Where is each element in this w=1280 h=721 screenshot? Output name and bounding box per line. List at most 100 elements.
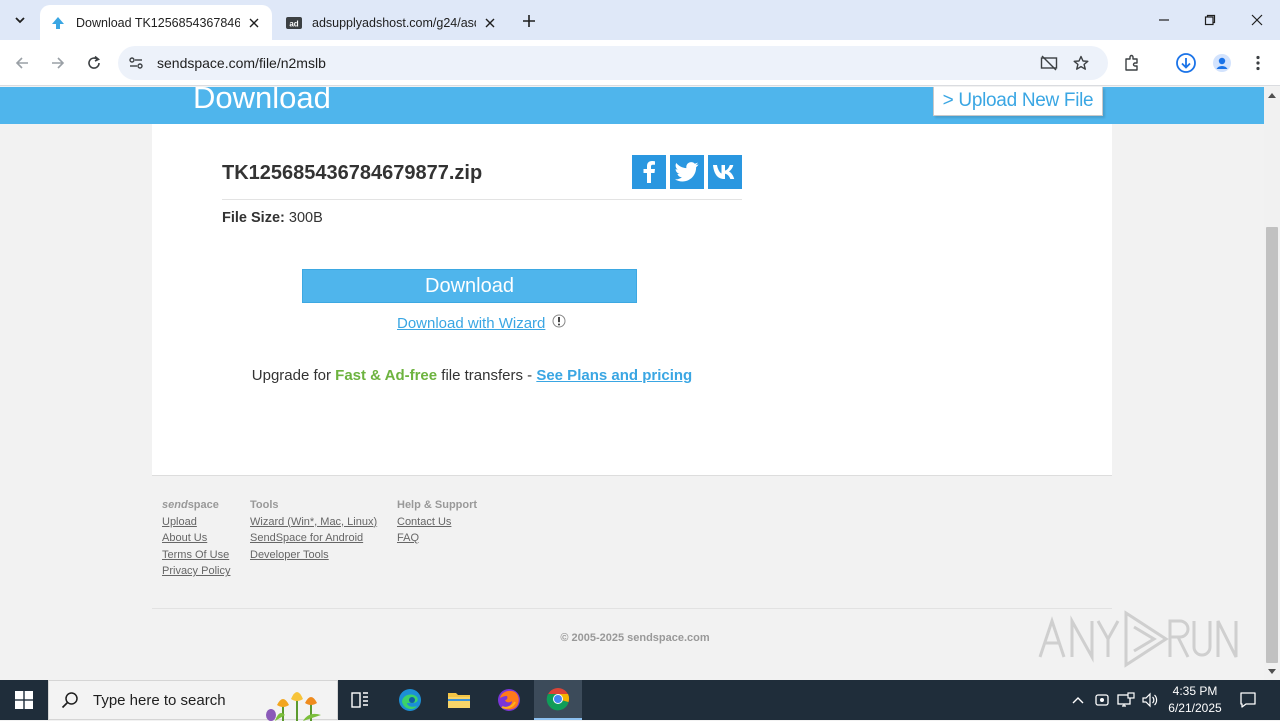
- see-plans-link[interactable]: See Plans and pricing: [536, 367, 692, 384]
- footer-brand-part-b: space: [187, 499, 219, 511]
- file-explorer-taskbar-button[interactable]: [435, 680, 483, 720]
- tab-search-button[interactable]: [6, 7, 34, 33]
- scroll-thumb[interactable]: [1266, 227, 1278, 663]
- restore-button[interactable]: [1187, 0, 1233, 40]
- file-name: TK125685436784679877.zip: [222, 162, 483, 184]
- back-button[interactable]: [8, 49, 36, 77]
- download-with-wizard-link[interactable]: Download with Wizard: [397, 315, 545, 332]
- minimize-icon: [1159, 19, 1169, 21]
- windows-taskbar: Type here to search 4:35 PM 6/21/2025: [0, 680, 1280, 721]
- avatar-icon: [1213, 54, 1231, 72]
- footer-link-faq[interactable]: FAQ: [397, 530, 477, 547]
- extensions-button[interactable]: [1118, 49, 1146, 77]
- file-size-row: File Size: 300B: [222, 210, 323, 226]
- windows-logo-icon: [15, 691, 33, 709]
- svg-text:ad: ad: [289, 19, 298, 28]
- minimize-button[interactable]: [1141, 0, 1187, 40]
- footer-link-about[interactable]: About Us: [162, 530, 230, 547]
- download-card: TK125685436784679877.zip File Size: 300B…: [152, 124, 1112, 476]
- footer-help-header: Help & Support: [397, 499, 478, 511]
- ad-favicon-icon: ad: [286, 15, 302, 31]
- footer-link-terms[interactable]: Terms Of Use: [162, 547, 230, 564]
- footer-link-upload[interactable]: Upload: [162, 514, 230, 531]
- facebook-share-button[interactable]: [632, 155, 666, 189]
- footer-divider: [152, 608, 1112, 609]
- puzzle-icon: [1125, 54, 1138, 71]
- kebab-menu-icon: [1256, 55, 1260, 71]
- clock-date: 6/21/2025: [1168, 701, 1222, 715]
- firefox-taskbar-button[interactable]: [485, 680, 533, 720]
- vk-icon: [713, 165, 735, 179]
- tab-close-icon[interactable]: [482, 15, 498, 31]
- upgrade-middle: file transfers -: [437, 367, 537, 384]
- tab-adsupply[interactable]: ad adsupplyadshost.com/g24/asd: [276, 5, 508, 40]
- upgrade-highlight: Fast & Ad-free: [335, 367, 438, 384]
- scroll-down-arrow-icon[interactable]: [1264, 664, 1280, 680]
- footer-link-wizard[interactable]: Wizard (Win*, Mac, Linux): [250, 514, 377, 531]
- site-info-icon[interactable]: [126, 53, 146, 73]
- taskbar-search[interactable]: Type here to search: [48, 680, 338, 721]
- footer-link-android[interactable]: SendSpace for Android: [250, 530, 377, 547]
- address-bar[interactable]: sendspace.com/file/n2mslb: [118, 46, 1108, 80]
- page-scrollbar[interactable]: [1264, 87, 1280, 680]
- download-button[interactable]: Download: [302, 269, 637, 303]
- clock-time: 4:35 PM: [1172, 684, 1218, 698]
- plus-icon: [523, 15, 535, 27]
- twitter-share-button[interactable]: [670, 155, 704, 189]
- network-icon[interactable]: [1116, 690, 1136, 710]
- title-divider: [222, 199, 742, 200]
- menu-button[interactable]: [1244, 49, 1272, 77]
- edge-taskbar-button[interactable]: [386, 680, 434, 720]
- footer-brand-part-a: send: [162, 499, 188, 511]
- file-size-value: 300B: [288, 210, 323, 226]
- footer-brand: sendspace: [162, 497, 230, 514]
- scroll-up-arrow-icon[interactable]: [1264, 87, 1280, 103]
- footer-tools-header: Tools: [250, 499, 279, 511]
- forward-button[interactable]: [44, 49, 72, 77]
- firefox-icon: [498, 689, 520, 711]
- footer-help-column: Help & Support Contact Us FAQ: [397, 497, 477, 547]
- browser-toolbar: sendspace.com/file/n2mslb: [0, 40, 1280, 86]
- volume-icon[interactable]: [1140, 690, 1160, 710]
- file-size-label: File Size:: [222, 210, 285, 226]
- vk-share-button[interactable]: [708, 155, 742, 189]
- page-title: Download: [193, 87, 331, 115]
- tab-sendspace[interactable]: Download TK125685436784679: [40, 5, 272, 40]
- arrow-right-icon: [52, 57, 65, 69]
- footer-link-developer[interactable]: Developer Tools: [250, 547, 377, 564]
- tulip-flowers-icon: [266, 692, 321, 721]
- footer-link-privacy[interactable]: Privacy Policy: [162, 563, 230, 580]
- camera-blocked-icon[interactable]: [1039, 53, 1059, 73]
- show-hidden-icons-chevron-icon[interactable]: [1068, 690, 1088, 710]
- downloads-button[interactable]: [1172, 49, 1200, 77]
- upload-new-file-button[interactable]: > Upload New File: [933, 87, 1103, 116]
- chrome-icon: [546, 688, 570, 711]
- tab-title: adsupplyadshost.com/g24/asd: [312, 15, 476, 30]
- restore-icon: [1204, 14, 1216, 26]
- taskbar-clock[interactable]: 4:35 PM 6/21/2025: [1160, 683, 1230, 717]
- sendspace-favicon-icon: [50, 15, 66, 31]
- info-icon[interactable]: [552, 314, 566, 328]
- footer-link-contact[interactable]: Contact Us: [397, 514, 477, 531]
- search-icon: [61, 692, 78, 709]
- meet-now-icon[interactable]: [1092, 690, 1112, 710]
- task-view-button[interactable]: [336, 680, 384, 720]
- bookmark-star-icon[interactable]: [1071, 53, 1091, 73]
- twitter-icon: [675, 162, 699, 182]
- tab-strip: Download TK125685436784679 ad adsupplyad…: [0, 0, 1280, 40]
- upgrade-prefix: Upgrade for: [251, 367, 336, 384]
- new-tab-button[interactable]: [518, 10, 540, 32]
- chrome-taskbar-button[interactable]: [534, 680, 582, 720]
- reload-icon: [88, 55, 100, 69]
- folder-icon: [448, 693, 470, 708]
- notifications-icon[interactable]: [1238, 690, 1258, 710]
- tab-close-icon[interactable]: [246, 15, 262, 31]
- start-button[interactable]: [0, 680, 48, 720]
- search-placeholder: Type here to search: [93, 691, 226, 709]
- tab-title: Download TK125685436784679: [76, 15, 240, 30]
- reload-button[interactable]: [80, 49, 108, 77]
- profile-button[interactable]: [1208, 49, 1236, 77]
- url-text: sendspace.com/file/n2mslb: [157, 55, 326, 71]
- close-window-button[interactable]: [1234, 0, 1280, 40]
- arrow-left-icon: [15, 57, 28, 69]
